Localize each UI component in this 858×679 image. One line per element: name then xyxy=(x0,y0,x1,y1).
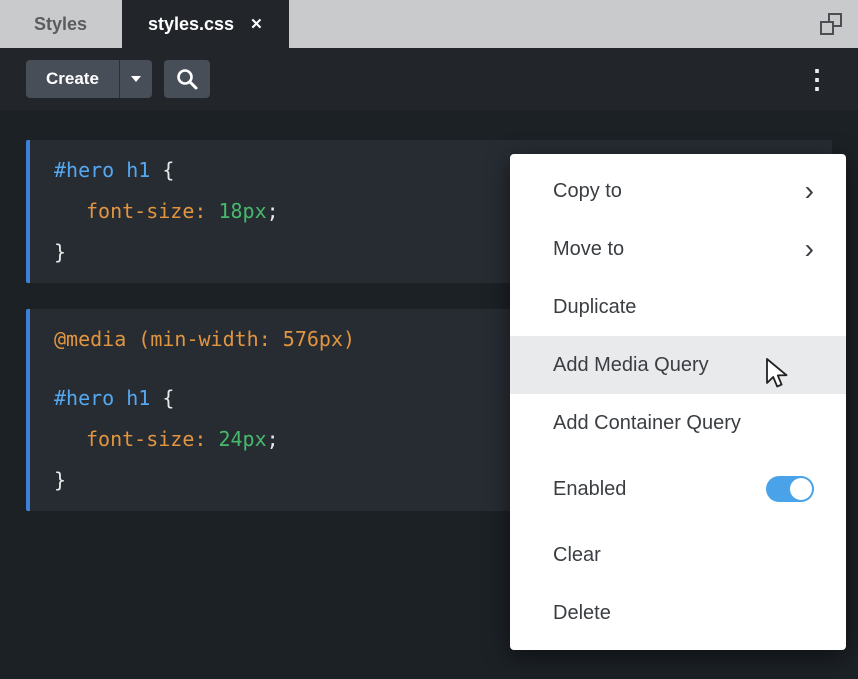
panel-icon-front-square xyxy=(820,21,834,35)
tab-styles-css[interactable]: styles.css ✕ xyxy=(122,0,289,48)
menu-item-label: Clear xyxy=(553,544,601,567)
close-brace: } xyxy=(54,468,66,492)
menu-item-move-to[interactable]: Move to › xyxy=(510,220,846,278)
create-button-group: Create xyxy=(26,60,152,98)
close-tab-icon[interactable]: ✕ xyxy=(250,17,263,32)
toolbar: Create ⋮ xyxy=(0,48,858,110)
overflow-menu-icon[interactable]: ⋮ xyxy=(802,66,832,92)
menu-item-label: Copy to xyxy=(553,180,622,203)
css-property: font-size: xyxy=(86,199,206,223)
menu-item-label: Duplicate xyxy=(553,296,636,319)
chevron-right-icon: › xyxy=(805,235,814,263)
search-icon xyxy=(175,67,199,91)
menu-item-add-media-query[interactable]: Add Media Query xyxy=(510,336,846,394)
css-value: 24px xyxy=(206,427,266,451)
menu-item-duplicate[interactable]: Duplicate xyxy=(510,278,846,336)
close-brace: } xyxy=(54,240,66,264)
menu-item-label: Add Container Query xyxy=(553,412,741,435)
context-menu: Copy to › Move to › Duplicate Add Media … xyxy=(510,154,846,650)
css-value: 18px xyxy=(206,199,266,223)
tab-styles[interactable]: Styles xyxy=(0,0,122,48)
semicolon: ; xyxy=(267,427,279,451)
css-property: font-size: xyxy=(86,427,206,451)
create-dropdown-button[interactable] xyxy=(120,60,152,98)
chevron-right-icon: › xyxy=(805,177,814,205)
create-button[interactable]: Create xyxy=(26,60,120,98)
open-brace: { xyxy=(150,158,174,182)
menu-item-label: Move to xyxy=(553,238,624,261)
css-selector: #hero h1 xyxy=(54,386,150,410)
menu-item-clear[interactable]: Clear xyxy=(510,526,846,584)
enabled-toggle[interactable] xyxy=(766,476,814,502)
menu-item-label: Delete xyxy=(553,602,611,625)
search-button[interactable] xyxy=(164,60,210,98)
open-brace: { xyxy=(150,386,174,410)
menu-item-copy-to[interactable]: Copy to › xyxy=(510,162,846,220)
at-rule: @media (min-width: 576px) xyxy=(54,327,355,351)
styles-panel: Styles styles.css ✕ Create ⋮ xyxy=(0,0,858,679)
menu-item-label: Add Media Query xyxy=(553,354,709,377)
menu-item-delete[interactable]: Delete xyxy=(510,584,846,642)
tab-styles-label: Styles xyxy=(34,14,87,35)
semicolon: ; xyxy=(267,199,279,223)
css-selector: #hero h1 xyxy=(54,158,150,182)
menu-item-add-container-query[interactable]: Add Container Query xyxy=(510,394,846,452)
detach-panel-icon[interactable] xyxy=(820,13,842,35)
caret-down-icon xyxy=(131,76,141,82)
menu-item-enabled[interactable]: Enabled xyxy=(510,460,846,518)
tab-bar: Styles styles.css ✕ xyxy=(0,0,858,48)
menu-item-label: Enabled xyxy=(553,478,626,501)
toggle-knob xyxy=(790,478,812,500)
tab-styles-css-label: styles.css xyxy=(148,14,234,35)
